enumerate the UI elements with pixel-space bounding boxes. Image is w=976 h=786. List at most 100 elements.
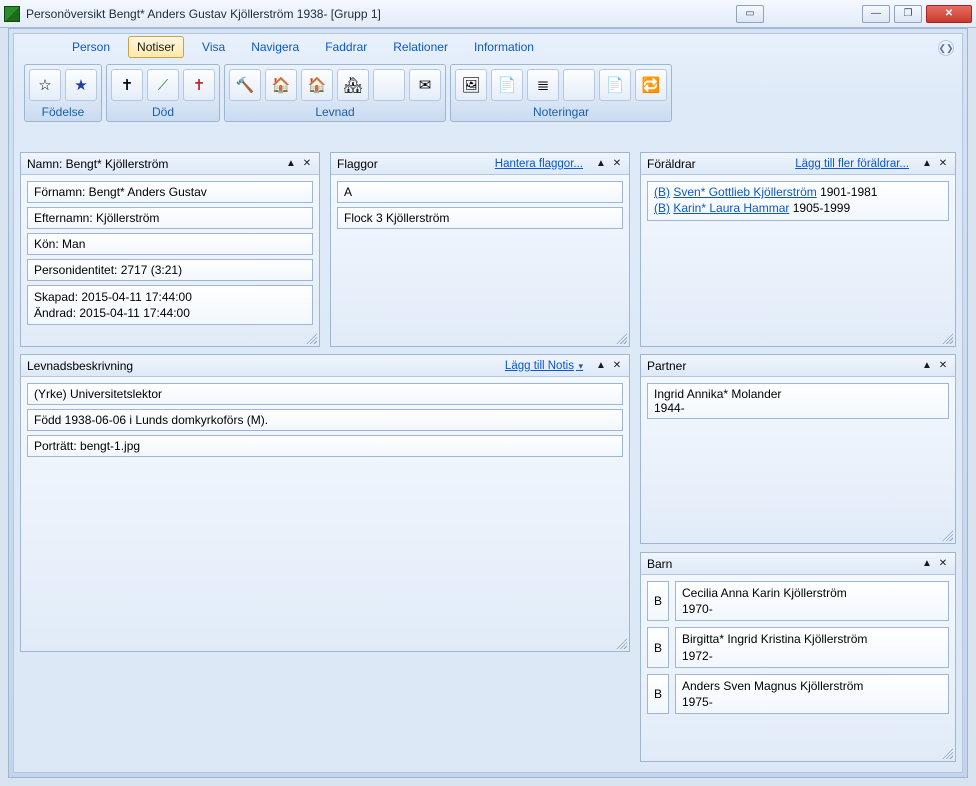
close-button[interactable] [926,5,972,23]
parent-years: 1905-1999 [793,201,850,215]
ribbon-collapse-icon[interactable]: ❮❯ [938,40,954,56]
label-andrad: Ändrad: 2015-04-11 17:44:00 [34,305,306,321]
child-row[interactable]: B Birgitta* Ingrid Kristina Kjöllerström… [647,627,949,667]
panel-name: Namn: Bengt* Kjöllerström ▲ ✕ Förnamn: B… [20,152,320,347]
panel-barn: Barn ▲ ✕ B Cecilia Anna Karin Kjöllerstr… [640,552,956,762]
hammer-icon[interactable]: 🔨 [229,69,261,101]
parent-row[interactable]: (B) Karin* Laura Hammar 1905-1999 [654,201,942,215]
child-years: 1972- [682,648,942,664]
panels-area: Namn: Bengt* Kjöllerström ▲ ✕ Förnamn: B… [20,152,956,766]
ribbon-group-fodelse: ☆ ★ Födelse [24,64,102,122]
minimize-button[interactable] [862,5,890,23]
menu-notiser[interactable]: Notiser [128,36,184,58]
flag-item-1[interactable]: A [337,181,623,203]
partner-name: Ingrid Annika* Molander [654,387,942,401]
swap-icon[interactable]: 🔁 [635,69,667,101]
ribbon-group-dod: ✝ ⟋ ✝ Död [106,64,220,122]
resize-grip[interactable] [615,637,627,649]
levnad-item-1[interactable]: (Yrke) Universitetslektor [27,383,623,405]
panel-barn-title: Barn [647,557,672,571]
menu-visa[interactable]: Visa [194,37,233,57]
levnad-item-3[interactable]: Porträtt: bengt-1.jpg [27,435,623,457]
panel-foraldrar-action[interactable]: Lägg till fler föräldrar... [795,158,915,170]
titlebar: Personöversikt Bengt* Anders Gustav Kjöl… [0,0,976,28]
panel-levnad-action[interactable]: Lägg till Notis ▾ [505,360,589,372]
field-kon[interactable]: Kön: Man [27,233,313,255]
panel-name-up-icon[interactable]: ▲ [285,158,297,169]
resize-grip[interactable] [941,529,953,541]
panel-flaggor-action[interactable]: Hantera flaggor... [495,158,589,170]
child-row[interactable]: B Anders Sven Magnus Kjöllerström 1975- [647,674,949,714]
star-filled-icon[interactable]: ★ [65,69,97,101]
cross-icon[interactable]: ✝ [111,69,143,101]
menu-faddrar[interactable]: Faddrar [317,37,375,57]
tray-button[interactable] [736,5,764,23]
house-red-icon[interactable]: 🏠 [301,69,333,101]
menu-information[interactable]: Information [466,37,542,57]
parent-name-link[interactable]: Sven* Gottlieb Kjöllerström [673,185,816,199]
resize-grip[interactable] [305,332,317,344]
flag-item-2[interactable]: Flock 3 Kjöllerström [337,207,623,229]
star-outline-icon[interactable]: ☆ [29,69,61,101]
label-skapad: Skapad: 2015-04-11 17:44:00 [34,289,306,305]
resize-grip[interactable] [615,332,627,344]
partner-box[interactable]: Ingrid Annika* Molander 1944- [647,383,949,419]
houses-icon[interactable]: 🏘 [337,69,369,101]
wand-icon[interactable]: ⟋ [147,69,179,101]
panel-name-close-icon[interactable]: ✕ [301,158,313,169]
app-frame: Person Notiser Visa Navigera Faddrar Rel… [8,28,968,778]
maximize-button[interactable] [894,5,922,23]
parent-tag: (B) [654,185,670,199]
partner-years: 1944- [654,401,942,415]
parent-row[interactable]: (B) Sven* Gottlieb Kjöllerström 1901-198… [654,185,942,199]
menu-person[interactable]: Person [64,37,118,57]
mail-icon[interactable]: ✉ [409,69,441,101]
image-icon[interactable]: 🖼 [455,69,487,101]
menu-navigera[interactable]: Navigera [243,37,307,57]
ribbon-label-levnad: Levnad [229,101,441,119]
field-fornamn[interactable]: Förnamn: Bengt* Anders Gustav [27,181,313,203]
blank-noter-icon[interactable] [563,69,595,101]
field-personid[interactable]: Personidentitet: 2717 (3:21) [27,259,313,281]
child-row[interactable]: B Cecilia Anna Karin Kjöllerström 1970- [647,581,949,621]
page-icon[interactable]: 📄 [491,69,523,101]
field-efternamn[interactable]: Efternamn: Kjöllerström [27,207,313,229]
parents-box: (B) Sven* Gottlieb Kjöllerström 1901-198… [647,181,949,221]
parent-years: 1901-1981 [820,185,877,199]
panel-foraldrar: Föräldrar Lägg till fler föräldrar... ▲ … [640,152,956,347]
chevron-down-icon: ▾ [576,361,583,371]
window-title: Personöversikt Bengt* Anders Gustav Kjöl… [26,7,736,21]
panel-levnad-up-icon[interactable]: ▲ [595,360,607,371]
blank-levnad-icon[interactable] [373,69,405,101]
ribbon: ☆ ★ Födelse ✝ ⟋ ✝ Död 🔨 🏠 🏠 🏘 [14,60,962,122]
panel-levnad-close-icon[interactable]: ✕ [611,360,623,371]
lines-icon[interactable]: ≣ [527,69,559,101]
panel-barn-up-icon[interactable]: ▲ [921,558,933,569]
menu-relationer[interactable]: Relationer [385,37,456,57]
panel-levnad: Levnadsbeskrivning Lägg till Notis ▾ ▲ ✕… [20,354,630,652]
child-name: Cecilia Anna Karin Kjöllerström [682,585,942,601]
child-badge: B [647,627,669,667]
field-timestamps: Skapad: 2015-04-11 17:44:00 Ändrad: 2015… [27,285,313,325]
resize-grip[interactable] [941,747,953,759]
ribbon-label-fodelse: Födelse [29,101,97,119]
child-years: 1970- [682,601,942,617]
resize-grip[interactable] [941,332,953,344]
panel-flaggor-up-icon[interactable]: ▲ [595,158,607,169]
child-badge: B [647,674,669,714]
cross-mark-icon[interactable]: ✝ [183,69,215,101]
house-flag-icon[interactable]: 🏠 [265,69,297,101]
levnad-item-2[interactable]: Född 1938-06-06 i Lunds domkyrkoförs (M)… [27,409,623,431]
page-red-icon[interactable]: 📄 [599,69,631,101]
panel-foraldrar-close-icon[interactable]: ✕ [937,158,949,169]
child-badge: B [647,581,669,621]
parent-name-link[interactable]: Karin* Laura Hammar [673,201,789,215]
panel-barn-close-icon[interactable]: ✕ [937,558,949,569]
panel-flaggor-close-icon[interactable]: ✕ [611,158,623,169]
panel-foraldrar-up-icon[interactable]: ▲ [921,158,933,169]
panel-partner-close-icon[interactable]: ✕ [937,360,949,371]
ribbon-label-dod: Död [111,101,215,119]
panel-partner-title: Partner [647,359,686,373]
ribbon-group-noteringar: 🖼 📄 ≣ 📄 🔁 Noteringar [450,64,672,122]
panel-partner-up-icon[interactable]: ▲ [921,360,933,371]
